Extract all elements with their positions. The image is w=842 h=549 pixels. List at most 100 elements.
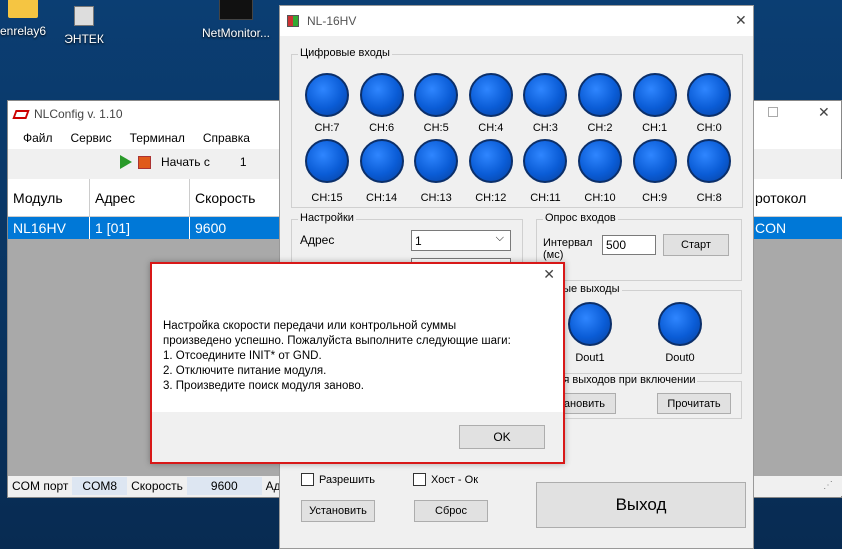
exit-button[interactable]: Выход: [536, 482, 746, 528]
dialog-line: 1. Отсоедините INIT* от GND.: [163, 350, 322, 362]
stop-icon[interactable]: [138, 155, 151, 169]
interval-value: 500: [606, 238, 627, 252]
cell-module: NL16HV: [8, 217, 90, 239]
input-led: [468, 139, 513, 183]
window-title: NL-16HV: [307, 14, 357, 28]
reset-button[interactable]: Сброс: [414, 500, 488, 522]
status-speed-value: 9600: [186, 477, 262, 495]
netmonitor-icon: [219, 0, 253, 20]
ok-button[interactable]: OK: [459, 425, 545, 449]
desktop-icon-label: enrelay6: [0, 24, 47, 38]
input-led: [632, 73, 677, 117]
resize-grip-icon[interactable]: ⋰: [819, 480, 837, 491]
reset-label: Сброс: [435, 505, 467, 517]
desktop-icon-netmonitor[interactable]: NetMonitor...: [196, 0, 276, 40]
read-label: Прочитать: [667, 397, 721, 410]
start-from-value[interactable]: 1: [240, 155, 247, 169]
dialog-line: произведено успешно. Пожалуйста выполнит…: [163, 335, 511, 347]
window-title: NLConfig v. 1.10: [34, 107, 123, 121]
interval-input[interactable]: 500: [602, 235, 656, 255]
cell-protocol: CON: [755, 220, 787, 236]
status-com-value: COM8: [72, 477, 128, 495]
input-led: [578, 139, 622, 183]
chevron-down-icon: ⌵: [495, 232, 504, 244]
input-led: [632, 139, 677, 183]
nl16hv-titlebar[interactable]: NL-16HV ✕: [280, 6, 753, 36]
output-led-dout1[interactable]: [568, 302, 612, 346]
set-label: Установить: [309, 505, 367, 517]
ok-label: OK: [493, 430, 511, 444]
address-select[interactable]: 1 ⌵: [411, 230, 511, 251]
channel-label: CH:15: [311, 192, 343, 204]
start-poll-button[interactable]: Старт: [663, 234, 729, 256]
input-led: [414, 139, 459, 183]
col-protocol[interactable]: ротокол: [750, 179, 842, 216]
input-led: [359, 139, 404, 183]
menu-service[interactable]: Сервис: [62, 131, 121, 145]
group-label: Настройки: [298, 212, 356, 224]
col-speed[interactable]: Скорость: [190, 179, 280, 216]
channel-label: CH:4: [478, 122, 504, 134]
channel-label: CH:13: [420, 192, 452, 204]
channel-label: CH:8: [696, 192, 722, 204]
checkbox-box[interactable]: [413, 473, 426, 486]
channel-label: CH:10: [584, 192, 616, 204]
input-led: [468, 73, 513, 117]
status-com-label: COM порт: [12, 479, 69, 493]
menu-help[interactable]: Справка: [194, 131, 259, 145]
input-led: [414, 73, 459, 117]
input-led: [687, 139, 732, 183]
output-led-dout0[interactable]: [658, 302, 702, 346]
play-icon[interactable]: [120, 155, 132, 169]
output-label-dout1: Dout1: [575, 352, 605, 364]
input-led: [305, 73, 349, 117]
channel-label: CH:6: [369, 122, 395, 134]
status-speed-label: Скорость: [131, 479, 183, 493]
set-button[interactable]: Установить: [301, 500, 375, 522]
col-module[interactable]: Модуль: [8, 179, 90, 216]
channel-label: CH:5: [423, 122, 449, 134]
desktop-icon-label: NetMonitor...: [201, 26, 271, 40]
input-led: [578, 73, 622, 117]
channel-label: CH:9: [642, 192, 668, 204]
cell-speed: 9600: [190, 217, 280, 239]
success-dialog: ✕ Настройка скорости передачи или контро…: [150, 262, 565, 464]
start-poll-label: Старт: [681, 239, 711, 251]
menu-file[interactable]: Файл: [14, 131, 62, 145]
folder-icon: [8, 0, 38, 18]
allow-checkbox[interactable]: Разрешить: [301, 473, 375, 486]
close-icon[interactable]: ✕: [735, 12, 747, 29]
input-led: [359, 73, 404, 117]
group-label: Опрос входов: [543, 212, 618, 224]
maximize-icon[interactable]: [768, 107, 778, 117]
channel-label: CH:1: [642, 122, 668, 134]
app-logo-icon: [12, 109, 30, 119]
dialog-footer: OK: [152, 412, 563, 462]
start-from-label: Начать с: [161, 155, 210, 169]
checkbox-box[interactable]: [301, 473, 314, 486]
channel-label: CH:2: [587, 122, 613, 134]
col-address[interactable]: Адрес: [90, 179, 190, 216]
desktop-icon-enrelay6[interactable]: enrelay6: [0, 0, 54, 38]
dialog-line: Настройка скорости передачи или контроль…: [163, 320, 457, 332]
dialog-line: 3. Произведите поиск модуля заново.: [163, 380, 364, 392]
app-grid-icon: [287, 15, 299, 27]
input-led: [305, 139, 349, 183]
dialog-line: 2. Отключите питание модуля.: [163, 365, 327, 377]
dialog-message: Настройка скорости передачи или контроль…: [163, 319, 558, 394]
read-button[interactable]: Прочитать: [657, 393, 731, 414]
channel-label: CH:11: [530, 192, 561, 204]
host-ok-checkbox[interactable]: Хост - Ок: [413, 473, 478, 486]
group-label: Цифровые входы: [298, 47, 392, 59]
cell-address: 1 [01]: [90, 217, 190, 239]
channel-label: CH:3: [532, 122, 558, 134]
close-icon[interactable]: ✕: [818, 104, 830, 121]
set-outputs-label: тановить: [559, 397, 605, 410]
input-led: [687, 73, 732, 117]
channel-label: CH:0: [696, 122, 722, 134]
desktop-icon-entek[interactable]: ЭНТЕК: [55, 0, 113, 46]
desktop-icon-label: ЭНТЕК: [64, 32, 104, 46]
group-label: ения выходов при включении: [543, 374, 698, 386]
menu-terminal[interactable]: Терминал: [121, 131, 194, 145]
close-icon[interactable]: ✕: [543, 266, 555, 283]
